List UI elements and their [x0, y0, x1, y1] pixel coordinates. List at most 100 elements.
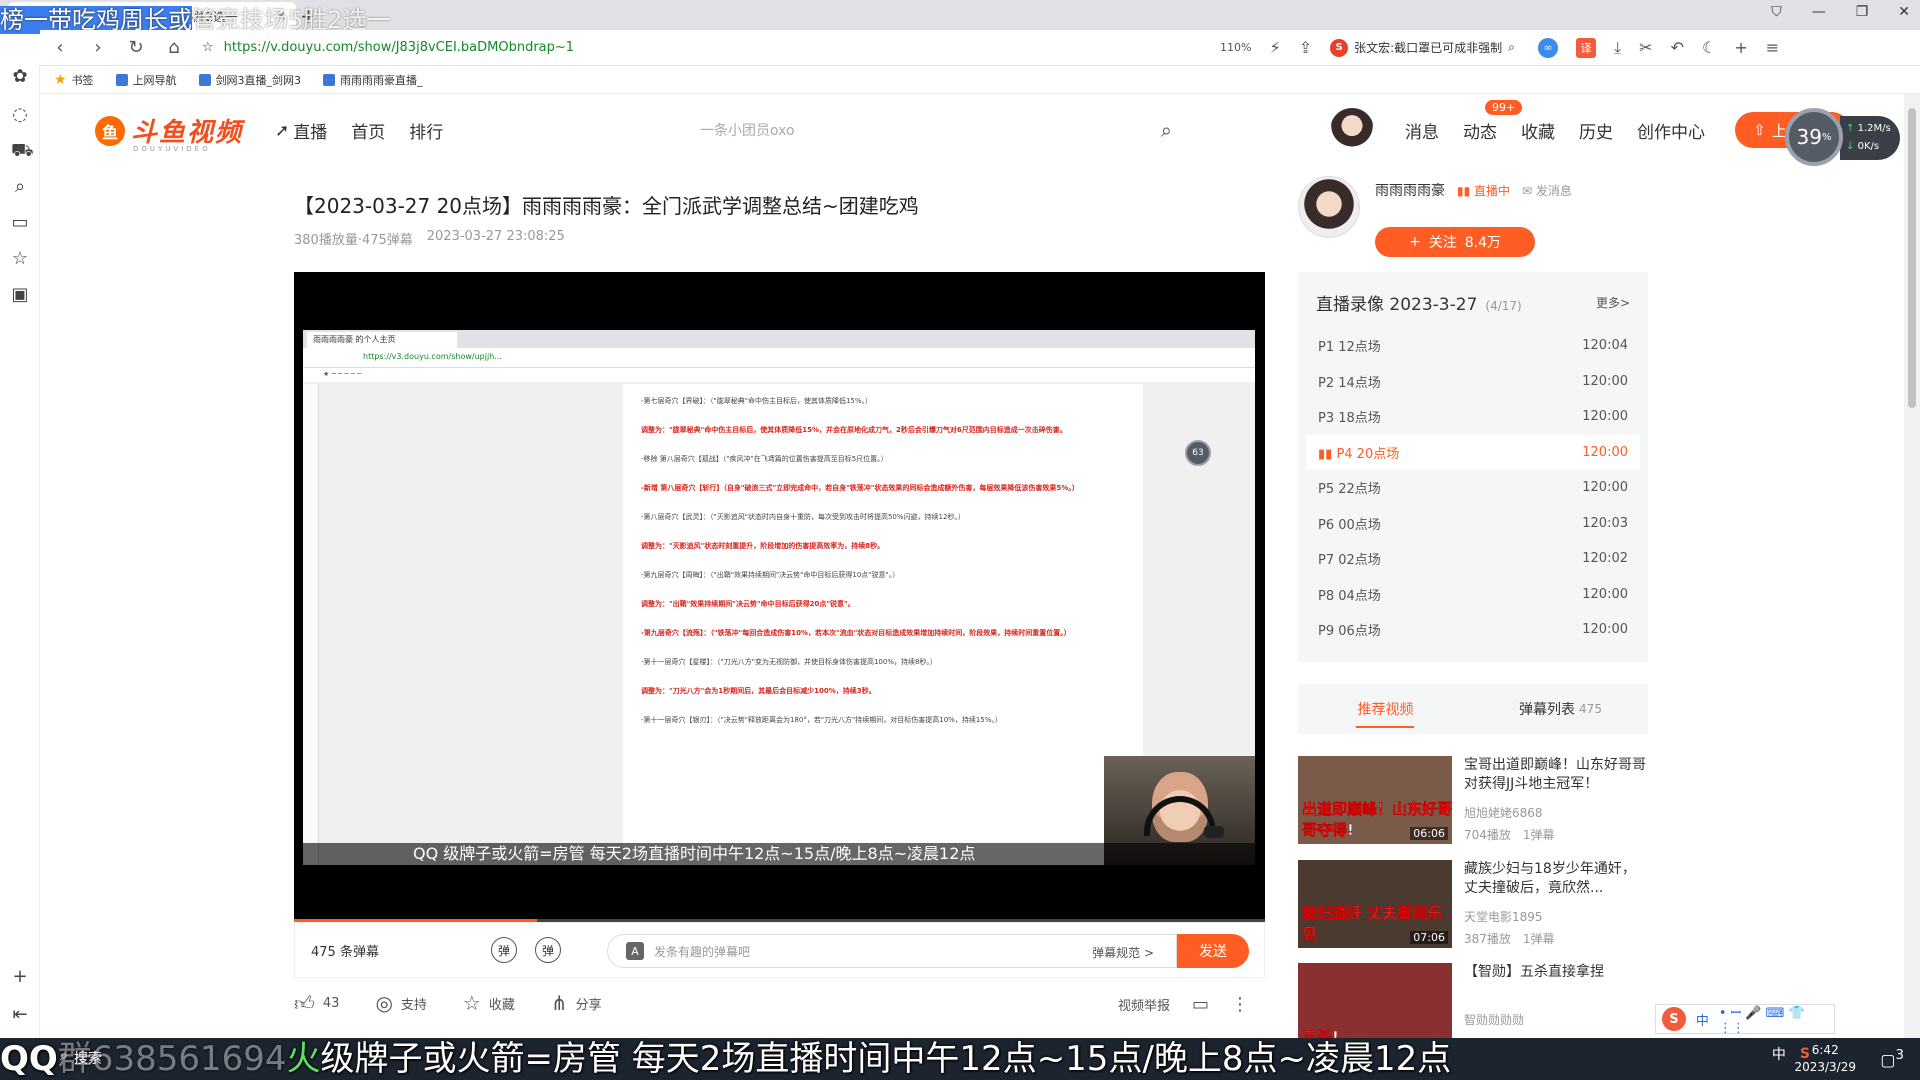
ime-lang[interactable]: 中	[1696, 1010, 1709, 1029]
header-collect[interactable]: 收藏	[1521, 118, 1555, 143]
video-thumbnail[interactable]: 出道即巅峰！山东好哥哥夺得! 06:06	[1298, 756, 1452, 844]
more-icon[interactable]: ⋮	[1231, 994, 1249, 1015]
ime-toolbar[interactable]: S 中 • ꟷ 🎤 ⌨ 👕 ⋮⋮	[1655, 1003, 1835, 1036]
recommend-item[interactable]: 出道即巅峰！山东好哥哥夺得! 06:06 宝哥出道即巅峰！山东好哥哥对获得JJ斗地主…	[1298, 756, 1648, 846]
speed-ball[interactable]: 39%	[1785, 108, 1843, 166]
reload-icon[interactable]: ↻	[126, 37, 146, 58]
tab-danmu-list[interactable]: 弹幕列表 475	[1473, 684, 1648, 734]
pin-icon[interactable]: ⛉	[1771, 4, 1782, 20]
send-message-link[interactable]: ✉ 发消息	[1522, 182, 1572, 199]
episode-item[interactable]: P5 22点场 120:00	[1306, 470, 1640, 506]
night-mode-icon[interactable]: ☾	[1702, 38, 1716, 57]
report-link[interactable]: 视频举报	[1118, 995, 1170, 1014]
video-thumbnail[interactable]: 媳妇通奸 丈夫喜闻乐见 07:06	[1298, 860, 1452, 948]
search-engine-box[interactable]: S 张文宏:截口罩已可成非强制 ⌕	[1330, 38, 1520, 57]
lightning-icon[interactable]: ⚡	[1269, 38, 1280, 57]
episode-item[interactable]: ▮▮ P4 20点场 120:00	[1306, 434, 1640, 470]
streamer-name[interactable]: 雨雨雨雨豪	[1375, 180, 1445, 200]
cart-icon[interactable]: ⛟	[11, 140, 34, 164]
recommend-item[interactable]: 媳妇通奸 丈夫喜闻乐见 07:06 藏族少妇与18岁少年通奸，丈夫撞破后，竟欣然..…	[1298, 860, 1648, 950]
share-button[interactable]: ⋔ 分享	[551, 991, 602, 1015]
replay-more-link[interactable]: 更多>	[1596, 294, 1630, 311]
recommend-title[interactable]: 藏族少妇与18岁少年通奸，丈夫撞破后，竟欣然...	[1464, 860, 1648, 898]
episode-item[interactable]: P3 18点场 120:00	[1306, 399, 1640, 435]
bookmark-star-icon[interactable]: ☆	[202, 40, 214, 55]
notification-icon[interactable]: ▢3	[1880, 1048, 1904, 1069]
minimize-button[interactable]: —	[1812, 4, 1826, 20]
nav-home[interactable]: 首页	[351, 118, 385, 143]
live-status[interactable]: ▮▮ 直播中	[1457, 182, 1510, 199]
header-history[interactable]: 历史	[1579, 118, 1613, 143]
episode-item[interactable]: P8 04点场 120:00	[1306, 577, 1640, 613]
download-icon[interactable]: ⤓	[1614, 38, 1621, 58]
recommend-author[interactable]: 旭旭姥姥6868	[1464, 804, 1543, 821]
tab-recommend[interactable]: 推荐视频	[1298, 684, 1473, 734]
site-nav: ➚ 直播 首页 排行	[275, 118, 443, 144]
maximize-button[interactable]: ❐	[1856, 4, 1869, 20]
episode-item[interactable]: P2 14点场 120:00	[1306, 364, 1640, 400]
video-player[interactable]: 雨雨雨雨豪 的个人主页 https://v3.douyu.com/show/up…	[294, 272, 1265, 922]
episode-item[interactable]: P6 00点场 120:03	[1306, 506, 1640, 542]
douyu-logo[interactable]: 鱼 斗鱼视频 DOUYUVIDEO	[95, 112, 243, 153]
recommend-author[interactable]: 智勋勋勋勋	[1464, 1011, 1524, 1028]
add-icon[interactable]: +	[1734, 38, 1747, 57]
ime-tools[interactable]: • ꟷ 🎤 ⌨ 👕 ⋮⋮	[1719, 1003, 1834, 1036]
font-style-icon[interactable]: A	[626, 942, 644, 960]
extension-blue-icon[interactable]: ∞	[1538, 37, 1559, 58]
zoom-level[interactable]: 110%	[1220, 41, 1251, 54]
support-button[interactable]: ◎ 支持	[375, 991, 426, 1015]
recommend-title[interactable]: 宝哥出道即巅峰！山东好哥哥对获得JJ斗地主冠军！	[1464, 756, 1648, 794]
bookmark-jx3[interactable]: 剑网3直播_剑网3	[198, 72, 301, 88]
recommend-author[interactable]: 天堂电影1895	[1464, 908, 1543, 925]
bookmark-folder[interactable]: ★ 书签	[54, 72, 94, 88]
page-scrollbar[interactable]	[1904, 94, 1920, 1038]
ime-tray[interactable]: 中	[1772, 1044, 1786, 1064]
nav-live[interactable]: ➚ 直播	[275, 118, 327, 144]
danmu-send-button[interactable]: 发送	[1177, 934, 1249, 968]
header-feed[interactable]: 动态	[1463, 118, 1497, 143]
translate-icon[interactable]: ▣	[11, 284, 29, 305]
follow-button[interactable]: + 关注 8.4万	[1375, 227, 1535, 257]
danmu-settings-button[interactable]: 弹	[535, 937, 561, 963]
site-search-input[interactable]: 一条小团员oxo ⌕	[660, 112, 1190, 148]
user-avatar[interactable]	[1330, 108, 1374, 152]
nav-ranking[interactable]: 排行	[409, 118, 443, 143]
bookmark-nav[interactable]: 上网导航	[115, 72, 177, 88]
translate-icon[interactable]: 译	[1576, 37, 1597, 58]
search-icon[interactable]: ⌕	[1161, 118, 1172, 142]
collapse-icon[interactable]: ⇤	[11, 1004, 29, 1025]
home-icon[interactable]: ⌂	[164, 37, 184, 58]
close-window-button[interactable]: ✕	[1898, 4, 1910, 20]
chat-icon[interactable]: ◌	[11, 104, 29, 125]
episode-item[interactable]: P1 12点场 120:04	[1306, 328, 1640, 364]
menu-icon[interactable]: ≡	[1766, 38, 1779, 57]
header-messages[interactable]: 消息	[1405, 118, 1439, 143]
forward-icon[interactable]: ›	[88, 37, 108, 58]
danmu-toggle-button[interactable]: 弹	[491, 937, 517, 963]
episode-item[interactable]: P7 02点场 120:02	[1306, 541, 1640, 577]
book-icon[interactable]: ▭	[11, 212, 29, 233]
danmu-rules-link[interactable]: 弹幕规范 >	[1092, 944, 1154, 961]
episode-item[interactable]: P9 06点场 120:00	[1306, 612, 1640, 648]
ai-icon[interactable]: ✿	[11, 66, 29, 87]
streamer-avatar[interactable]	[1298, 176, 1360, 238]
recommend-title[interactable]: 【智勋】五杀直接拿捏	[1464, 963, 1648, 982]
scissors-icon[interactable]: ✂	[1639, 38, 1652, 57]
search-icon[interactable]: ⌕	[1508, 40, 1515, 55]
like-button[interactable]: 👍︎ 43	[294, 991, 339, 1016]
share-page-icon[interactable]: ⇪	[1299, 38, 1312, 57]
header-creator-center[interactable]: 创作中心	[1637, 118, 1705, 143]
bookmark-streamer[interactable]: 雨雨雨雨豪直播_	[323, 72, 423, 88]
back-icon[interactable]: ‹	[50, 37, 70, 58]
url-field[interactable]: ☆ https://v.douyu.com/show/J83j8vCEI.baD…	[202, 35, 1202, 61]
undo-icon[interactable]: ↶	[1671, 38, 1684, 57]
search-icon[interactable]: ⌕	[11, 176, 29, 197]
tablet-icon[interactable]: ▭	[1192, 994, 1209, 1015]
taskbar-clock[interactable]: 6:42 2023/3/29	[1794, 1042, 1856, 1076]
favorite-icon[interactable]: ☆	[11, 248, 29, 269]
scroll-thumb[interactable]	[1908, 108, 1916, 408]
taskbar-search[interactable]: ⌕ 搜索	[60, 1048, 102, 1068]
collect-button[interactable]: ☆ 收藏	[463, 991, 515, 1015]
danmu-input[interactable]: A 发条有趣的弹幕吧 弹幕规范 >	[607, 934, 1177, 968]
add-icon[interactable]: +	[11, 966, 29, 987]
